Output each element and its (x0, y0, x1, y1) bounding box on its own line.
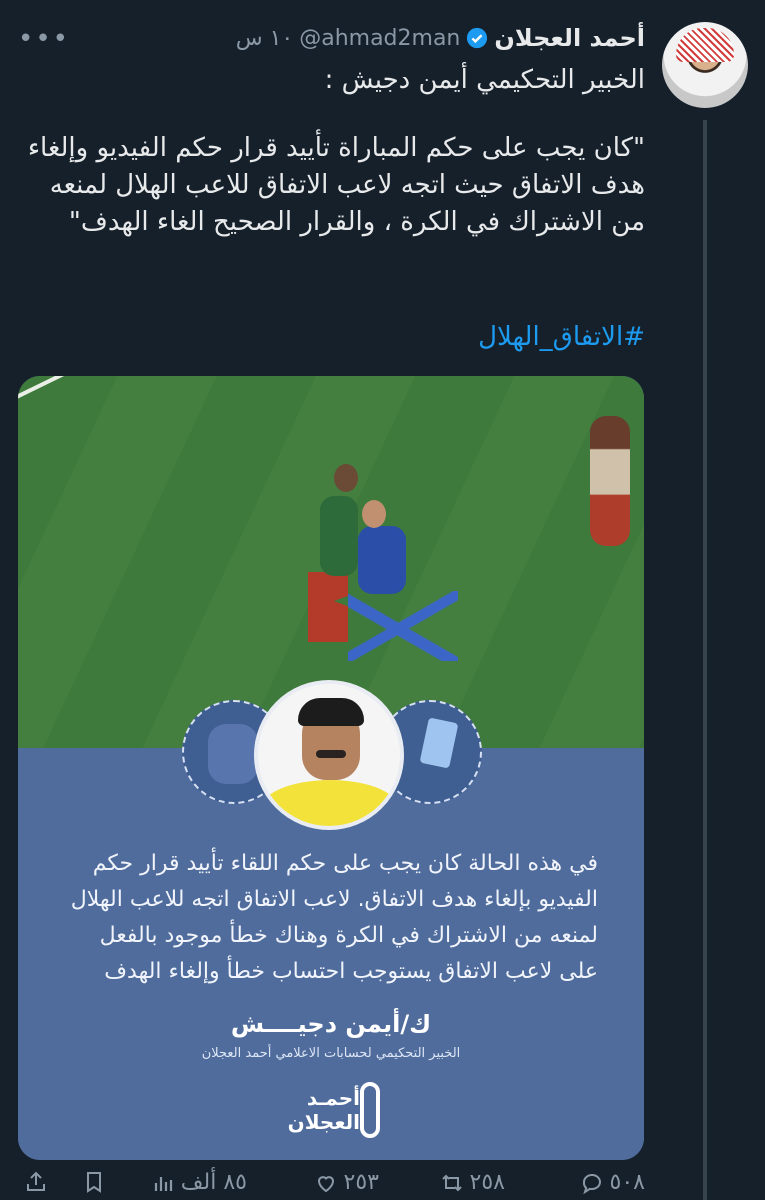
tweet-intro: الخبير التحكيمي أيمن دجيش : (324, 65, 645, 95)
tweet-time[interactable]: ١٠ س (236, 26, 294, 51)
tweet-body: "كان يجب على حكم المباراة تأييد قرار حكم… (27, 133, 645, 237)
retweet-icon (441, 1174, 462, 1191)
retweet-count: ٢٥٨ (469, 1170, 505, 1195)
referee-photo (254, 680, 404, 830)
more-icon[interactable]: ••• (18, 24, 70, 54)
reply-icon (582, 1173, 601, 1194)
like-icon (317, 1175, 334, 1192)
views-count: ٨٥ ألف (180, 1170, 247, 1195)
reply-action[interactable]: ٥٠٨ (580, 1170, 645, 1195)
thread-line (703, 120, 707, 1200)
author-handle[interactable]: @ahmad2man (299, 26, 460, 51)
like-count: ٢٥٣ (343, 1170, 379, 1195)
verified-icon (467, 27, 488, 49)
media-card[interactable]: في هذه الحالة كان يجب على حكم اللقاء تأي… (18, 376, 644, 1160)
share-action[interactable] (24, 1170, 48, 1194)
hashtag-link[interactable]: #الاتفاق_الهلال (478, 322, 645, 352)
views-icon (154, 1176, 172, 1191)
author-name[interactable]: أحمد العجلان (494, 24, 645, 52)
views-action[interactable]: ٨٥ ألف (151, 1170, 247, 1195)
card-signature-subtitle: الخبير التحكيمي لحسابات الاعلامي أحمد ال… (201, 1046, 461, 1061)
tweet-header: أحمد العجلان @ahmad2man ١٠ س (236, 20, 645, 56)
brand-logo-text: أحمـد العجلان (287, 1086, 360, 1134)
retweet-action[interactable]: ٢٥٨ (440, 1170, 505, 1195)
card-signature: ك/أيمن دجيــــش (230, 1010, 432, 1038)
tweet[interactable]: ••• أحمد العجلان @ahmad2man ١٠ س الخبير … (0, 0, 765, 1200)
like-action[interactable]: ٢٥٣ (314, 1170, 379, 1195)
action-bar: ٥٠٨ ٢٥٨ ٢٥٣ ٨٥ ألف (0, 1170, 765, 1200)
reply-count: ٥٠٨ (609, 1170, 645, 1195)
brand-logo: أحمـد العجلان (268, 1080, 398, 1140)
bookmark-icon (87, 1172, 101, 1193)
card-quote: في هذه الحالة كان يجب على حكم اللقاء تأي… (70, 851, 598, 984)
brand-logo-mark (360, 1082, 380, 1138)
bookmark-action[interactable] (82, 1170, 106, 1194)
share-icon (27, 1171, 45, 1191)
avatar[interactable] (662, 22, 748, 108)
